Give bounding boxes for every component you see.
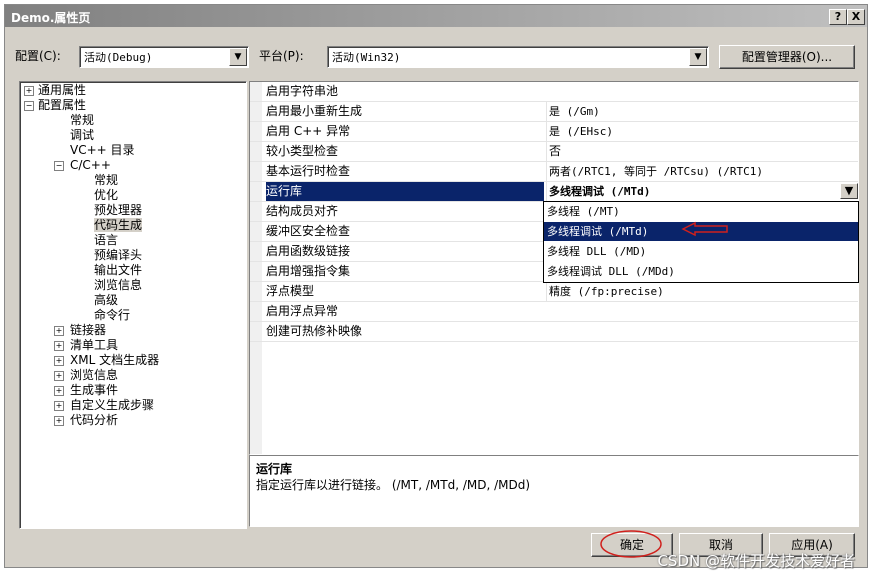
chevron-down-icon[interactable]: ▼ <box>229 48 247 66</box>
tree-item-code-analysis[interactable]: 代码分析 <box>70 413 118 427</box>
help-button[interactable]: ? <box>829 9 847 25</box>
runtime-library-dropdown: 多线程 (/MT) 多线程调试 (/MTd) 多线程 DLL (/MD) 多线程… <box>543 201 859 283</box>
tree-item-normal[interactable]: 常规 <box>70 113 94 127</box>
property-row[interactable]: 较小类型检查 否 <box>250 142 858 162</box>
expand-icon[interactable]: + <box>54 341 64 351</box>
tree-item-linker[interactable]: 链接器 <box>70 323 106 337</box>
config-value: 活动(Debug) <box>84 51 153 64</box>
property-name: 浮点模型 <box>266 284 315 298</box>
expand-icon[interactable]: + <box>54 401 64 411</box>
property-row[interactable]: 浮点模型 精度 (/fp:precise) <box>250 282 858 302</box>
platform-value: 活动(Win32) <box>332 51 401 64</box>
tree-item-browse[interactable]: 浏览信息 <box>70 368 118 382</box>
dropdown-option[interactable]: 多线程 (/MT) <box>544 202 858 221</box>
runtime-library-value[interactable]: 多线程调试 (/MTd) <box>546 182 858 201</box>
close-button[interactable]: X <box>847 9 865 25</box>
expand-icon[interactable]: + <box>54 371 64 381</box>
property-row-runtime-library[interactable]: 运行库 多线程调试 (/MTd) ▼ <box>250 182 858 202</box>
property-name: 启用字符串池 <box>266 84 339 98</box>
property-name: 结构成员对齐 <box>266 204 339 218</box>
platform-combo[interactable]: 活动(Win32) ▼ <box>327 46 709 68</box>
property-name: 运行库 <box>266 182 544 201</box>
tree-item-cpp-language[interactable]: 语言 <box>94 233 118 247</box>
property-row[interactable]: 启用 C++ 异常 是 (/EHsc) <box>250 122 858 142</box>
property-value: 精度 (/fp:precise) <box>546 282 858 301</box>
tree-item-cpp-browse[interactable]: 浏览信息 <box>94 278 142 292</box>
description-title: 运行库 <box>256 462 293 476</box>
property-pages-dialog: Demo.属性页 ? X 配置(C): 活动(Debug) ▼ 平台(P): 活… <box>4 4 868 568</box>
expand-icon[interactable]: + <box>54 356 64 366</box>
property-row[interactable]: 基本运行时检查 两者(/RTC1, 等同于 /RTCsu) (/RTC1) <box>250 162 858 182</box>
dropdown-option[interactable]: 多线程 DLL (/MD) <box>544 242 858 261</box>
collapse-icon[interactable]: − <box>24 101 34 111</box>
tree-item-cpp-advanced[interactable]: 高级 <box>94 293 118 307</box>
tree-item-debug[interactable]: 调试 <box>70 128 94 142</box>
watermark: CSDN @软件开发技术爱好者 <box>657 552 855 570</box>
tree-item-cpp-general[interactable]: 常规 <box>94 173 118 187</box>
property-name: 启用最小重新生成 <box>266 104 363 118</box>
tree-item-config-props[interactable]: 配置属性 <box>38 98 86 112</box>
tree-item-cpp-preprocessor[interactable]: 预处理器 <box>94 203 142 217</box>
tree-item-xml[interactable]: XML 文档生成器 <box>70 353 159 367</box>
config-manager-button[interactable]: 配置管理器(O)... <box>719 45 855 69</box>
property-name: 启用增强指令集 <box>266 264 351 278</box>
tree-item-cpp[interactable]: C/C++ <box>70 158 111 172</box>
description-body: 指定运行库以进行链接。 (/MT, /MTd, /MD, /MDd) <box>256 478 531 492</box>
property-name: 启用 C++ 异常 <box>266 124 351 138</box>
property-row[interactable]: 启用最小重新生成 是 (/Gm) <box>250 102 858 122</box>
config-label: 配置(C): <box>15 49 61 63</box>
property-row[interactable]: 创建可热修补映像 <box>250 322 858 342</box>
chevron-down-icon[interactable]: ▼ <box>689 48 707 66</box>
property-value: 是 (/EHsc) <box>546 122 858 141</box>
collapse-icon[interactable]: − <box>54 161 64 171</box>
tree-item-general[interactable]: 通用属性 <box>38 83 86 97</box>
property-name: 基本运行时检查 <box>266 164 351 178</box>
property-tree: + 通用属性 − 配置属性 常规 调试 VC++ 目录 − C/C++ 常规 优… <box>19 81 247 529</box>
expand-icon[interactable]: + <box>54 386 64 396</box>
tree-item-custom-build[interactable]: 自定义生成步骤 <box>70 398 154 412</box>
window-title: Demo.属性页 <box>11 11 91 25</box>
annotation-circle-icon <box>600 530 662 558</box>
title-bar: Demo.属性页 ? X <box>5 5 867 27</box>
tree-item-cpp-codegen[interactable]: 代码生成 <box>94 218 143 232</box>
expand-icon[interactable]: + <box>24 86 34 96</box>
property-value: 否 <box>546 142 858 161</box>
tree-item-build-events[interactable]: 生成事件 <box>70 383 118 397</box>
annotation-arrow-icon <box>681 221 728 237</box>
tree-item-cpp-cmdline[interactable]: 命令行 <box>94 308 130 322</box>
tree-item-cpp-optimization[interactable]: 优化 <box>94 188 118 202</box>
property-value: 是 (/Gm) <box>546 102 858 121</box>
tree-item-vcdirs[interactable]: VC++ 目录 <box>70 143 135 157</box>
expand-icon[interactable]: + <box>54 326 64 336</box>
tree-item-cpp-pch[interactable]: 预编译头 <box>94 248 142 262</box>
dropdown-option[interactable]: 多线程调试 DLL (/MDd) <box>544 262 858 281</box>
property-name: 启用浮点异常 <box>266 304 339 318</box>
property-value: 两者(/RTC1, 等同于 /RTCsu) (/RTC1) <box>546 162 858 181</box>
chevron-down-icon[interactable]: ▼ <box>840 183 858 199</box>
property-name: 缓冲区安全检查 <box>266 224 351 238</box>
property-name: 启用函数级链接 <box>266 244 351 258</box>
property-name: 创建可热修补映像 <box>266 324 363 338</box>
property-row[interactable]: 启用浮点异常 <box>250 302 858 322</box>
property-name: 较小类型检查 <box>266 144 339 158</box>
config-combo[interactable]: 活动(Debug) ▼ <box>79 46 249 68</box>
tree-item-manifest[interactable]: 清单工具 <box>70 338 118 352</box>
description-panel: 运行库 指定运行库以进行链接。 (/MT, /MTd, /MD, /MDd) <box>249 455 859 527</box>
tree-item-cpp-output[interactable]: 输出文件 <box>94 263 142 277</box>
platform-label: 平台(P): <box>259 49 304 63</box>
expand-icon[interactable]: + <box>54 416 64 426</box>
property-row[interactable]: 启用字符串池 <box>250 82 858 102</box>
